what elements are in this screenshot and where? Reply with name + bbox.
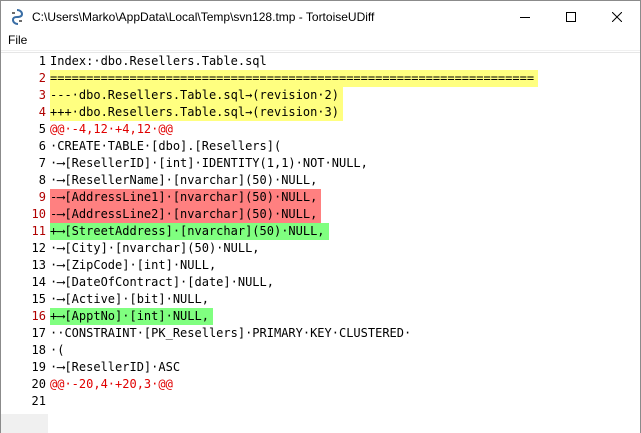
diff-line: 3 ---·dbo.Resellers.Table.sql→(revision·2… (1, 87, 640, 104)
diff-line: 11 +⟶[StreetAddress]·[nvarchar](50)·NULL, (1, 223, 640, 240)
line-text: -⟶[AddressLine2]·[nvarchar](50)·NULL, (50, 206, 322, 223)
line-number: 15 (31, 292, 46, 306)
diff-line: 6 ·CREATE·TABLE·[dbo].[Resellers]( (1, 138, 640, 155)
editor-empty-area (48, 414, 640, 433)
line-text: ·⟶[DateOfContract]·[date]·NULL, (50, 275, 274, 289)
line-text: ·⟶[ResellerID]·[int]·IDENTITY(1,1)·NOT·N… (50, 156, 368, 170)
line-number: 16 (31, 309, 46, 323)
line-number: 10 (31, 207, 46, 221)
caption-buttons (502, 1, 640, 32)
line-text: +++·dbo.Resellers.Table.sql→(revision·3) (50, 104, 343, 121)
diff-line: 14 ·⟶[DateOfContract]·[date]·NULL, (1, 274, 640, 291)
line-number: 20 (31, 377, 46, 391)
line-number: 4 (38, 105, 46, 119)
diff-line: 16 +⟶[ApptNo]·[int]·NULL, (1, 308, 640, 325)
line-number: 7 (38, 156, 46, 170)
diff-editor[interactable]: 1 Index:·dbo.Resellers.Table.sql 2 ========… (1, 52, 640, 433)
line-text: +⟶[StreetAddress]·[nvarchar](50)·NULL, (50, 223, 329, 240)
line-number: 14 (31, 275, 46, 289)
line-number: 13 (31, 258, 46, 272)
line-text: ·⟶[Active]·[bit]·NULL, (50, 292, 209, 306)
tortoiseudiff-window: C:\Users\Marko\AppData\Local\Temp\svn128… (0, 0, 641, 433)
maximize-icon (566, 11, 576, 22)
line-number: 5 (38, 122, 46, 136)
line-text: ·⟶[City]·[nvarchar](50)·NULL, (50, 241, 260, 255)
line-number: 21 (31, 394, 46, 408)
line-text: ·CREATE·TABLE·[dbo].[Resellers]( (50, 139, 282, 153)
diff-line: 17 ··CONSTRAINT·[PK_Resellers]·PRIMARY·KE… (1, 325, 640, 342)
line-text: ---·dbo.Resellers.Table.sql→(revision·2) (50, 87, 343, 104)
line-text: ·⟶[ResellerName]·[nvarchar](50)·NULL, (50, 173, 318, 187)
diff-line: 10 -⟶[AddressLine2]·[nvarchar](50)·NULL, (1, 206, 640, 223)
diff-line: 18 ·( (1, 342, 640, 359)
line-text: @@·-20,4·+20,3·@@ (50, 377, 173, 391)
minimize-icon (520, 16, 530, 18)
menu-file[interactable]: File (8, 33, 27, 47)
line-number: 11 (31, 224, 46, 238)
line-text: ·( (50, 343, 65, 357)
gutter-empty-area (1, 414, 48, 433)
line-text: Index:·dbo.Resellers.Table.sql (50, 54, 267, 68)
line-number: 18 (31, 343, 46, 357)
line-text: ··CONSTRAINT·[PK_Resellers]·PRIMARY·KEY·… (50, 326, 412, 340)
line-number: 17 (31, 326, 46, 340)
title-bar[interactable]: C:\Users\Marko\AppData\Local\Temp\svn128… (1, 1, 640, 32)
diff-line: 9 -⟶[AddressLine1]·[nvarchar](50)·NULL, (1, 189, 640, 206)
window-title: C:\Users\Marko\AppData\Local\Temp\svn128… (32, 9, 375, 24)
diff-line: 15 ·⟶[Active]·[bit]·NULL, (1, 291, 640, 308)
line-number: 2 (38, 71, 46, 85)
diff-line: 7 ·⟶[ResellerID]·[int]·IDENTITY(1,1)·NOT·… (1, 155, 640, 172)
line-number: 1 (38, 54, 46, 68)
maximize-button[interactable] (548, 1, 594, 32)
line-number: 8 (38, 173, 46, 187)
diff-line: 8 ·⟶[ResellerName]·[nvarchar](50)·NULL, (1, 172, 640, 189)
close-icon (612, 11, 622, 22)
diff-line: 1 Index:·dbo.Resellers.Table.sql (1, 53, 640, 70)
menu-bar: File (1, 32, 640, 51)
diff-line: 19 ·⟶[ResellerID]·ASC (1, 359, 640, 376)
line-text: +⟶[ApptNo]·[int]·NULL, (50, 308, 213, 325)
line-number: 9 (38, 190, 46, 204)
diff-line: 12 ·⟶[City]·[nvarchar](50)·NULL, (1, 240, 640, 257)
diff-line: 5 @@·-4,12·+4,12·@@ (1, 121, 640, 138)
line-number: 19 (31, 360, 46, 374)
line-text: ·⟶[ResellerID]·ASC (50, 360, 181, 374)
line-text: -⟶[AddressLine1]·[nvarchar](50)·NULL, (50, 189, 322, 206)
close-button[interactable] (594, 1, 640, 32)
line-text: ·⟶[ZipCode]·[int]·NULL, (50, 258, 217, 272)
diff-line: 4 +++·dbo.Resellers.Table.sql→(revision·3… (1, 104, 640, 121)
line-text: ========================================… (50, 70, 539, 87)
line-text: @@·-4,12·+4,12·@@ (50, 122, 173, 136)
diff-line: 20 @@·-20,4·+20,3·@@ (1, 376, 640, 393)
diff-line: 2 =======================================… (1, 70, 640, 87)
line-number: 6 (38, 139, 46, 153)
line-number: 3 (38, 88, 46, 102)
line-number: 12 (31, 241, 46, 255)
minimize-button[interactable] (502, 1, 548, 32)
diff-line: 21 (1, 393, 640, 410)
diff-line: 13 ·⟶[ZipCode]·[int]·NULL, (1, 257, 640, 274)
tortoise-icon (10, 8, 24, 25)
